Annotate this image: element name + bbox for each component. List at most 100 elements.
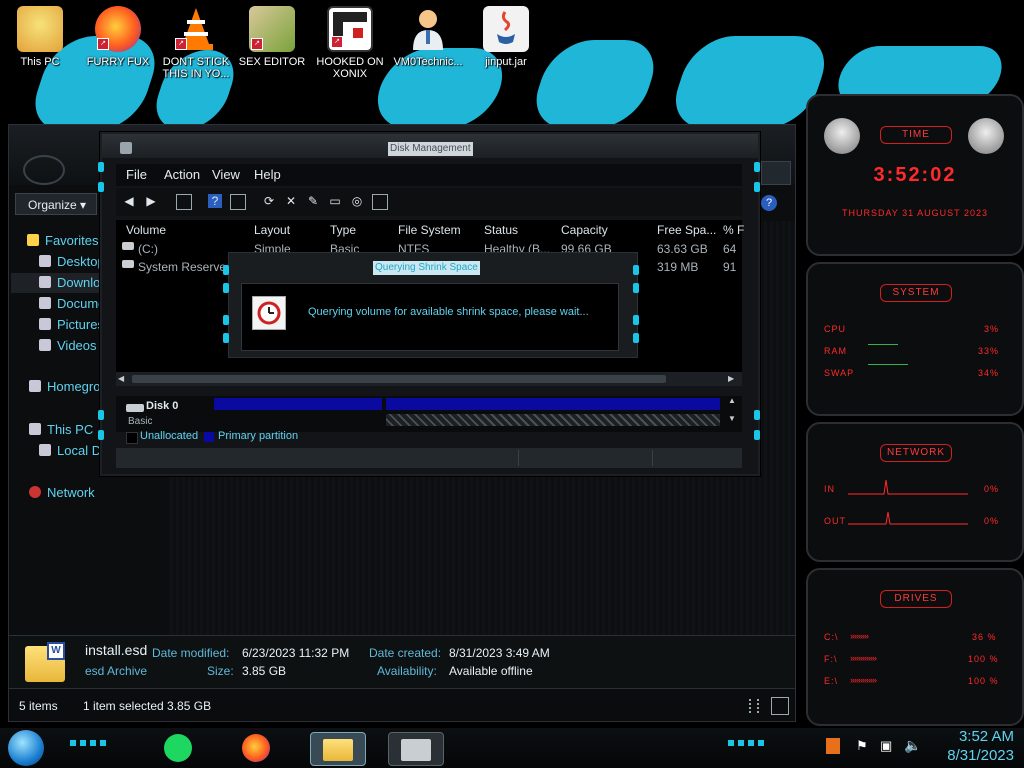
- partition-c-drive[interactable]: [386, 398, 720, 410]
- pc-icon: [17, 6, 63, 52]
- help-icon[interactable]: ?: [761, 195, 777, 211]
- properties-icon[interactable]: [230, 194, 246, 210]
- taskbar-decoration: [70, 740, 110, 746]
- nav-favorites[interactable]: Favorites: [27, 231, 98, 251]
- window-title: Disk Management: [388, 142, 473, 156]
- availability-label: Availability:: [377, 664, 437, 678]
- search-disk-icon[interactable]: ◎: [350, 194, 364, 208]
- start-button[interactable]: [8, 730, 44, 766]
- column-volume[interactable]: Volume: [126, 223, 166, 237]
- help-icon[interactable]: ?: [208, 194, 222, 208]
- toolbar: ◀ ▶ ? ⟳ ✕ ✎ ▭ ◎: [116, 188, 742, 216]
- desktop-icon-sex-editor[interactable]: ↗ SEX EDITOR: [236, 6, 308, 68]
- partition-system-reserved[interactable]: [214, 398, 382, 410]
- scrollbar-thumb[interactable]: [132, 375, 666, 383]
- scroll-right-icon[interactable]: ▶: [728, 374, 738, 384]
- scroll-up-icon[interactable]: ▲: [728, 396, 740, 410]
- details-view-icon[interactable]: [749, 699, 759, 713]
- horizontal-scrollbar[interactable]: ◀ ▶: [116, 372, 742, 386]
- column-file-system[interactable]: File System: [398, 223, 461, 237]
- volume-icon[interactable]: 🔈: [904, 737, 921, 754]
- size-value: 3.85 GB: [242, 664, 287, 678]
- flag-icon[interactable]: ⚑: [856, 738, 868, 754]
- column-percent-free[interactable]: % F: [723, 223, 744, 237]
- scroll-down-icon[interactable]: ▼: [728, 414, 740, 428]
- tray-app-icon[interactable]: [826, 738, 840, 754]
- taskbar-firefox-button[interactable]: [230, 732, 284, 764]
- downloads-folder-icon: [39, 276, 51, 288]
- organize-button[interactable]: Organize ▾: [15, 193, 97, 215]
- frame-light: [223, 265, 229, 275]
- scroll-left-icon[interactable]: ◀: [118, 374, 128, 384]
- delete-icon[interactable]: ✕: [284, 194, 298, 208]
- taskbar-disk-management-button[interactable]: [388, 732, 444, 766]
- settings-icon[interactable]: [372, 194, 388, 210]
- refresh-icon[interactable]: ⟳: [262, 194, 276, 208]
- taskbar-spotify-button[interactable]: [152, 732, 206, 764]
- column-free-space[interactable]: Free Spa...: [657, 223, 716, 237]
- column-capacity[interactable]: Capacity: [561, 223, 608, 237]
- large-icons-view-icon[interactable]: [771, 697, 789, 715]
- date-created-value: 8/31/2023 3:49 AM: [449, 646, 550, 660]
- swap-label: SWAP: [824, 368, 855, 378]
- disk-type: Basic: [128, 416, 153, 427]
- column-layout[interactable]: Layout: [254, 223, 290, 237]
- desktop-icon-vm0technic[interactable]: VM0Technic...: [392, 6, 464, 68]
- menu-action[interactable]: Action: [164, 167, 200, 182]
- star-icon: [27, 234, 39, 246]
- frame-light: [98, 430, 104, 440]
- back-arrow-icon[interactable]: ◀: [122, 194, 136, 208]
- rescan-icon[interactable]: ✎: [306, 194, 320, 208]
- forward-arrow-icon[interactable]: ▶: [144, 194, 158, 208]
- tray-date[interactable]: 8/31/2023: [930, 747, 1014, 764]
- file-name: install.esd: [85, 642, 148, 658]
- ram-graph: [868, 344, 898, 345]
- drive-e-label: E:\: [824, 676, 839, 686]
- date-created-label: Date created:: [369, 646, 442, 660]
- desktop-icon-jinput-jar[interactable]: jinput.jar: [470, 6, 542, 68]
- wallpaper-stroke: [525, 40, 665, 128]
- system-gadget: SYSTEM CPU 3% RAM 33% SWAP 34%: [806, 262, 1024, 416]
- frame-light: [754, 162, 760, 172]
- frame-light: [98, 410, 104, 420]
- items-count: 5 items: [19, 699, 58, 713]
- desktop-icon-dont-stick[interactable]: ↗ DONT STICK THIS IN YO...: [160, 6, 232, 80]
- alien-head-icon: [968, 118, 1004, 154]
- dialog-title: Querying Shrink Space: [373, 261, 480, 275]
- net-in-value: 0%: [984, 484, 1000, 494]
- menu-help[interactable]: Help: [254, 167, 281, 182]
- open-folder-icon[interactable]: ▭: [328, 194, 342, 208]
- drives-gadget: DRIVES C:\ 36 % F:\ 100 % E:\ 100 % ››››…: [806, 568, 1024, 726]
- drive-c-bar: ›››››››››: [850, 631, 869, 641]
- drive-f-value: 100 %: [968, 654, 999, 664]
- primary-partition-swatch: [204, 432, 214, 442]
- drive-icon: [122, 260, 134, 268]
- menu-view[interactable]: View: [212, 167, 240, 182]
- network-tray-icon[interactable]: ▣: [880, 738, 892, 754]
- spotify-icon: [164, 734, 192, 762]
- menu-file[interactable]: File: [126, 167, 147, 182]
- drive-c-value: 36 %: [972, 632, 997, 642]
- desktop-icon-furry-fux[interactable]: ↗ FURRY FUX: [82, 6, 154, 68]
- nav-network[interactable]: Network: [29, 483, 167, 503]
- xonix-game-icon: ↗: [327, 6, 373, 52]
- column-status[interactable]: Status: [484, 223, 518, 237]
- disk-management-title-bar[interactable]: Disk Management: [102, 134, 758, 158]
- frame-light: [754, 182, 760, 192]
- taskbar-explorer-button[interactable]: [310, 732, 366, 766]
- desktop-icon-hooked-on-xonix[interactable]: ↗ HOOKED ON XONIX: [314, 6, 386, 80]
- show-hide-tree-icon[interactable]: [176, 194, 192, 210]
- drive-f-label: F:\: [824, 654, 838, 664]
- clock-icon: [252, 296, 286, 330]
- column-type[interactable]: Type: [330, 223, 356, 237]
- dialog-body: Querying volume for available shrink spa…: [241, 283, 619, 351]
- unallocated-swatch: [126, 432, 138, 444]
- vlc-cone-icon: ↗: [173, 6, 219, 52]
- disk-label[interactable]: Disk 0: [146, 400, 178, 412]
- time-gadget: TIME 3:52:02 THURSDAY 31 AUGUST 2023: [806, 94, 1024, 256]
- legend: Unallocated Primary partition: [116, 428, 416, 446]
- search-icon[interactable]: [761, 161, 791, 185]
- frame-light: [98, 162, 104, 172]
- tray-time[interactable]: 3:52 AM: [930, 728, 1014, 745]
- desktop-icon-this-pc[interactable]: This PC: [4, 6, 76, 68]
